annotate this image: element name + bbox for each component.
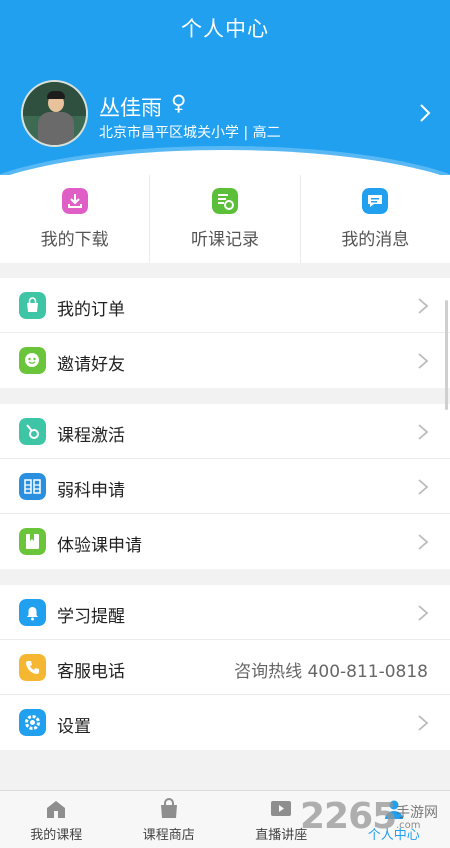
menu-label: 课程激活 (57, 426, 125, 446)
history-icon (211, 188, 238, 214)
message-icon (362, 188, 389, 214)
user-name: 丛佳雨 (99, 96, 162, 120)
header: 个人中心 丛佳雨 ♀ 北京市昌平区城关小学 | 高二 (0, 0, 450, 175)
menu-label: 邀请好友 (57, 355, 125, 375)
download-icon (61, 188, 88, 214)
menu-label: 客服电话 (57, 662, 125, 682)
menu-group-settings: 学习提醒 客服电话 咨询热线 400-811-0818 设置 (0, 585, 450, 750)
menu-item-settings[interactable]: 设置 (0, 695, 450, 750)
hotline-number[interactable]: 咨询热线 400-811-0818 (234, 657, 428, 682)
chevron-right-icon (418, 605, 429, 621)
menu-item-service-phone[interactable]: 客服电话 咨询热线 400-811-0818 (0, 640, 450, 695)
live-icon (271, 801, 292, 816)
tab-course-store[interactable]: 课程商店 (113, 791, 226, 848)
menu-item-activate[interactable]: 课程激活 (0, 404, 450, 459)
menu-item-orders[interactable]: 我的订单 (0, 278, 450, 333)
watermark: 2265 手游网 .com (300, 796, 450, 840)
gender-icon: ♀ (171, 91, 187, 115)
page-title: 个人中心 (181, 17, 269, 41)
menu-item-reminder[interactable]: 学习提醒 (0, 585, 450, 640)
menu-label: 体验课申请 (57, 536, 142, 556)
scroll-indicator (445, 300, 448, 410)
watermark-number: 2265 (300, 796, 397, 837)
tab-my-courses[interactable]: 我的课程 (0, 791, 113, 848)
avatar[interactable] (21, 80, 88, 147)
chevron-right-icon (418, 534, 429, 550)
quick-messages[interactable]: 我的消息 (299, 175, 450, 263)
quick-label: 我的下载 (40, 230, 109, 250)
menu-item-weak-subject[interactable]: 弱科申请 (0, 459, 450, 514)
friend-icon (19, 347, 46, 374)
chevron-right-icon (418, 353, 429, 369)
bell-icon (19, 599, 46, 626)
shop-icon (160, 798, 177, 818)
menu-label: 设置 (57, 717, 91, 737)
chevron-right-icon (418, 715, 429, 731)
subject-icon (19, 473, 46, 500)
tab-label: 课程商店 (142, 828, 195, 843)
avatar-body (38, 112, 74, 145)
avatar-hair (47, 91, 65, 99)
quick-label: 听课记录 (190, 230, 259, 250)
chevron-right-icon (418, 298, 429, 314)
watermark-text: 手游网 (396, 805, 438, 821)
tab-label: 我的课程 (30, 828, 83, 843)
menu-label: 弱科申请 (57, 481, 125, 501)
profile-chevron-right-icon[interactable] (412, 100, 438, 126)
quick-download[interactable]: 我的下载 (0, 175, 149, 263)
bag-icon (19, 292, 46, 319)
menu-label: 我的订单 (57, 300, 125, 320)
gear-icon (19, 709, 46, 736)
chevron-right-icon (418, 479, 429, 495)
home-icon (47, 801, 66, 818)
phone-icon (19, 654, 46, 681)
quick-label: 我的消息 (341, 230, 410, 250)
quick-actions: 我的下载 听课记录 我的消息 (0, 175, 450, 263)
menu-label: 学习提醒 (57, 607, 125, 627)
watermark-url: .com (396, 820, 421, 831)
menu-group-courses: 课程激活 弱科申请 体验课申请 (0, 404, 450, 569)
school-grade: 北京市昌平区城关小学 | 高二 (99, 125, 281, 141)
key-icon (19, 418, 46, 445)
chevron-right-icon (418, 424, 429, 440)
quick-history[interactable]: 听课记录 (149, 175, 299, 263)
menu-item-invite[interactable]: 邀请好友 (0, 333, 450, 388)
menu-item-trial[interactable]: 体验课申请 (0, 514, 450, 569)
header-wave (0, 150, 450, 175)
trial-icon (19, 528, 46, 555)
menu-group-orders: 我的订单 邀请好友 (0, 278, 450, 388)
